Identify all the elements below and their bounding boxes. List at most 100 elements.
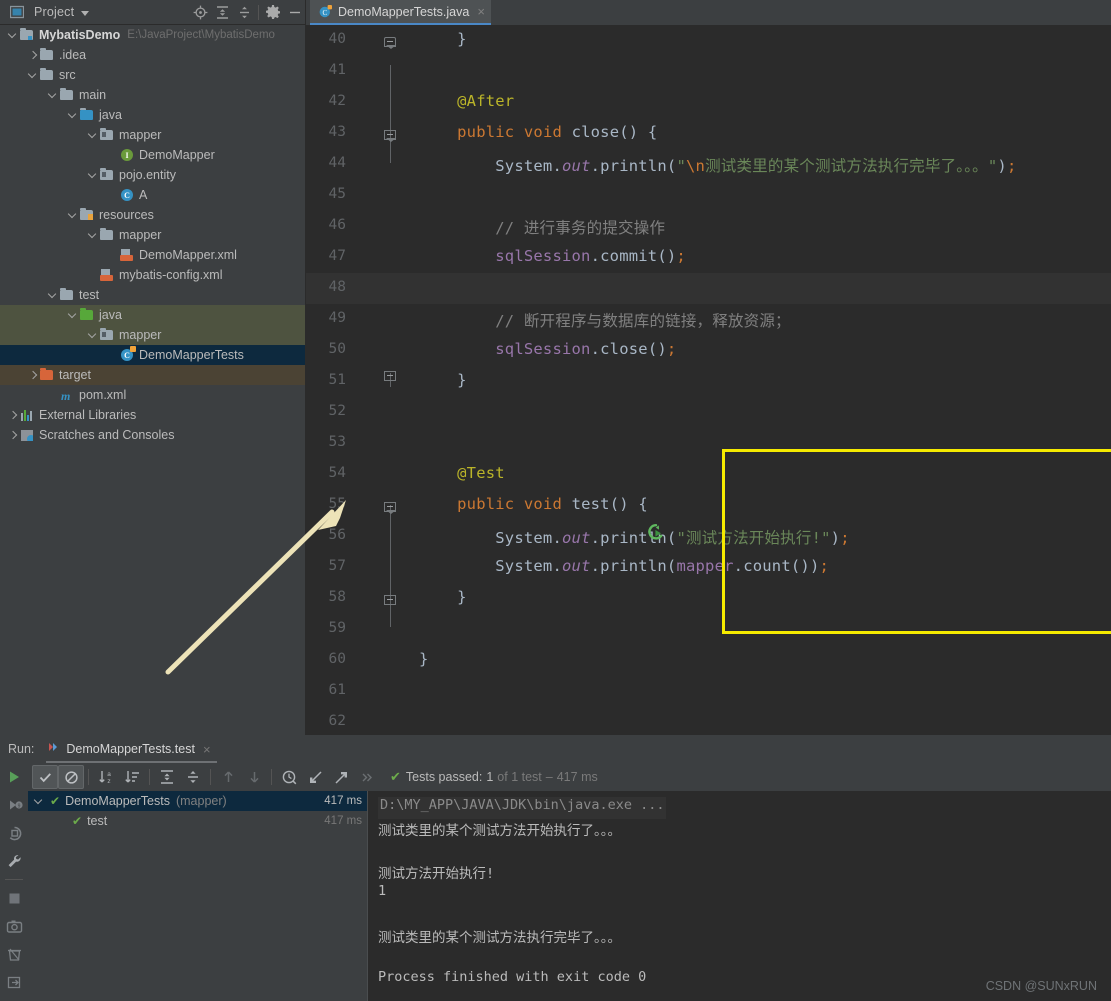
chevron-down-icon[interactable] [8,30,19,41]
chevron-down-icon[interactable] [68,210,79,221]
stop-icon[interactable] [0,884,28,912]
code-line[interactable]: 51 } [306,366,1111,397]
tree-item-main[interactable]: main [0,85,306,105]
code-line[interactable]: 42 @After [306,87,1111,118]
code-line[interactable]: 40 } [306,25,1111,56]
code-line[interactable]: 59 [306,614,1111,645]
tree-item-mybatis-config-xml[interactable]: mybatis-config.xml [0,265,306,285]
chevron-down-icon[interactable] [34,796,45,807]
code-line[interactable]: 46 // 进行事务的提交操作 [306,211,1111,242]
code-line[interactable]: 52 [306,397,1111,428]
rerun-auto-icon[interactable] [0,819,28,847]
code-line[interactable]: 54 @Test [306,459,1111,490]
test-result-row[interactable]: ✔ DemoMapperTests (mapper) 417 ms [28,791,368,811]
test-results-tree[interactable]: ✔ DemoMapperTests (mapper) 417 ms ✔ test 417 m… [28,791,368,1001]
test-result-row[interactable]: ✔ test 417 ms [28,811,368,831]
code-line[interactable]: 61 [306,676,1111,707]
code-line[interactable]: 50 sqlSession.close(); [306,335,1111,366]
code-line[interactable]: 60} [306,645,1111,676]
code-editor[interactable]: 40 } 41 42 @After 43 public void close() {4… [306,25,1111,735]
code-line[interactable]: 58 } [306,583,1111,614]
code-line[interactable]: 57 System.out.println(mapper.count()); [306,552,1111,583]
code-line[interactable]: 62 [306,707,1111,735]
expand-all-icon[interactable] [211,1,233,23]
history-icon[interactable] [276,765,302,789]
import-results-icon[interactable] [302,765,328,789]
code-line[interactable]: 55 public void test() { [306,490,1111,521]
tree-item-demomapper-xml[interactable]: DemoMapper.xml [0,245,306,265]
code-line[interactable]: 53 [306,428,1111,459]
more-icon[interactable] [354,765,380,789]
run-configuration-icon [46,740,60,759]
chevron-down-icon[interactable] [88,230,99,241]
tree-item-scratches-and-consoles[interactable]: Scratches and Consoles [0,425,306,445]
tree-item-external-libraries[interactable]: External Libraries [0,405,306,425]
chevron-down-icon[interactable] [48,90,59,101]
tree-item-mapper[interactable]: mapper [0,125,306,145]
tree-item-demomappertests[interactable]: C DemoMapperTests [0,345,306,365]
tree-item-test[interactable]: test [0,285,306,305]
code-line[interactable]: 44 System.out.println("\n测试类里的某个测试方法执行完毕… [306,149,1111,180]
chevron-down-icon[interactable] [28,70,39,81]
close-icon[interactable]: × [477,4,485,19]
collapse-all-icon[interactable] [233,1,255,23]
tree-item-mapper[interactable]: mapper [0,225,306,245]
project-file-tree[interactable]: MybatisDemo E:\JavaProject\MybatisDemo .id… [0,25,306,735]
tree-item-java[interactable]: java [0,105,306,125]
tree-item-a[interactable]: CA [0,185,306,205]
chevron-down-icon[interactable] [88,130,99,141]
sort-by-duration-icon[interactable] [119,765,145,789]
collapse-all-icon[interactable] [180,765,206,789]
tree-item-demomapper[interactable]: I DemoMapper [0,145,306,165]
code-line[interactable]: 43 public void close() { [306,118,1111,149]
tree-item-pom-xml[interactable]: m pom.xml [0,385,306,405]
run-test-icon[interactable] [647,523,665,541]
screenshot-icon[interactable] [0,912,28,940]
tree-item-mapper[interactable]: mapper [0,325,306,345]
console-output[interactable]: D:\MY_APP\JAVA\JDK\bin\java.exe ... 测试类里的… [368,791,1111,1001]
settings-wrench-icon[interactable] [0,847,28,875]
chevron-right-icon[interactable] [28,370,39,381]
close-icon[interactable]: × [203,742,211,757]
code-line[interactable]: 49 // 断开程序与数据库的链接，释放资源； [306,304,1111,335]
tree-item-java[interactable]: java [0,305,306,325]
code-line[interactable]: 45 [306,180,1111,211]
export-icon[interactable] [0,968,28,996]
editor-tab-demomappertests[interactable]: C DemoMapperTests.java × [310,0,491,25]
chevron-down-icon[interactable] [48,290,59,301]
chevron-down-icon[interactable] [81,10,90,16]
tree-item-resources[interactable]: resources [0,205,306,225]
chevron-down-icon[interactable] [68,110,79,121]
chevron-down-icon[interactable] [68,310,79,321]
tree-item-pojo-entity[interactable]: pojo.entity [0,165,306,185]
tree-item-target[interactable]: target [0,365,306,385]
suppress-icon[interactable] [0,940,28,968]
sort-alphabetically-icon[interactable]: az [93,765,119,789]
show-ignored-icon[interactable] [58,765,84,789]
chevron-down-icon[interactable] [88,170,99,181]
next-failed-icon[interactable] [241,765,267,789]
tree-item-mybatisdemo[interactable]: MybatisDemo E:\JavaProject\MybatisDemo [0,25,306,45]
rerun-icon[interactable] [0,763,28,791]
settings-gear-icon[interactable] [262,1,284,23]
chevron-down-icon[interactable] [88,330,99,341]
code-line[interactable]: 47 sqlSession.commit(); [306,242,1111,273]
tree-item-src[interactable]: src [0,65,306,85]
rerun-failed-icon[interactable]: 9 [0,791,28,819]
expand-all-icon[interactable] [154,765,180,789]
chevron-right-icon[interactable] [28,50,39,61]
chevron-right-icon[interactable] [8,410,19,421]
locate-icon[interactable] [189,1,211,23]
tree-item--idea[interactable]: .idea [0,45,306,65]
chevron-right-icon[interactable] [8,430,19,441]
prev-failed-icon[interactable] [215,765,241,789]
minimize-icon[interactable] [284,1,306,23]
show-passed-icon[interactable] [32,765,58,789]
line-number: 53 [328,434,346,450]
code-line[interactable]: 48 [306,273,1111,304]
export-results-icon[interactable] [328,765,354,789]
code-line[interactable]: 56 System.out.println("测试方法开始执行!"); [306,521,1111,552]
run-tab-demomappertests-test[interactable]: DemoMapperTests.test × [46,735,217,763]
code-line[interactable]: 41 [306,56,1111,87]
project-view-icon[interactable] [6,1,28,23]
